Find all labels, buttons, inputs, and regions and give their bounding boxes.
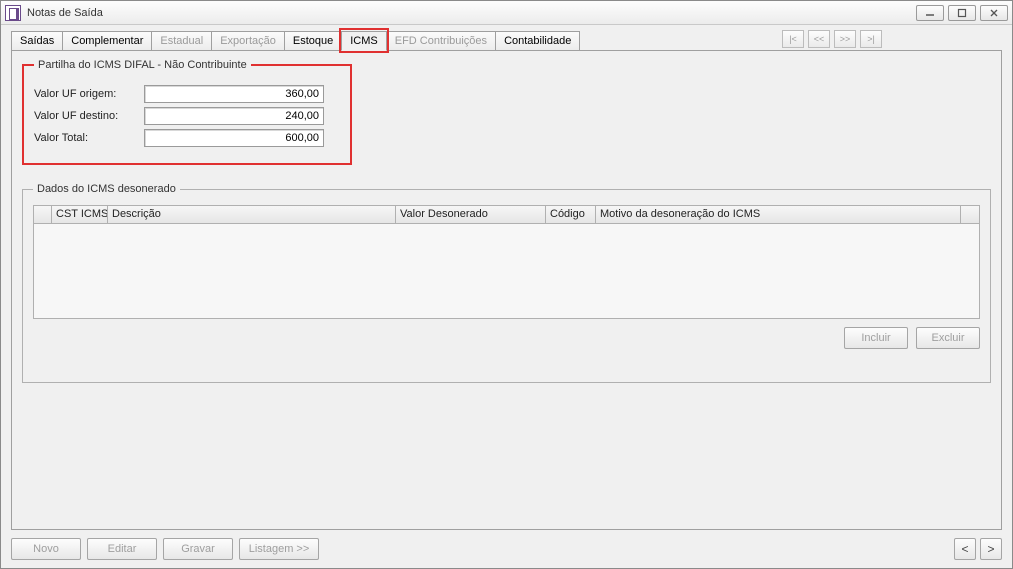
minimize-button[interactable] xyxy=(916,5,944,21)
tab-estoque[interactable]: Estoque xyxy=(284,31,342,50)
grid-header: CST ICMS Descrição Valor Desonerado Códi… xyxy=(34,206,979,224)
footer-left: Novo Editar Gravar Listagem >> xyxy=(11,538,319,560)
gravar-button[interactable]: Gravar xyxy=(163,538,233,560)
field-uf-origem[interactable] xyxy=(144,85,324,103)
label-valor-total: Valor Total: xyxy=(34,132,144,144)
listagem-button[interactable]: Listagem >> xyxy=(239,538,319,560)
tab-icms[interactable]: ICMS xyxy=(341,31,387,51)
novo-button[interactable]: Novo xyxy=(11,538,81,560)
nav-last-button[interactable]: >| xyxy=(860,30,882,48)
footer-bar: Novo Editar Gravar Listagem >> < > xyxy=(11,530,1002,560)
grid-desonerado[interactable]: CST ICMS Descrição Valor Desonerado Códi… xyxy=(33,205,980,319)
field-uf-destino[interactable] xyxy=(144,107,324,125)
row-uf-origem: Valor UF origem: xyxy=(34,85,340,103)
tab-row: SaídasComplementarEstadualExportaçãoEsto… xyxy=(11,31,1002,51)
desonerado-actions: Incluir Excluir xyxy=(33,327,980,349)
field-valor-total[interactable] xyxy=(144,129,324,147)
excluir-button[interactable]: Excluir xyxy=(916,327,980,349)
tab-exportac-a-o: Exportação xyxy=(211,31,285,50)
col-row-selector xyxy=(34,206,52,223)
footer-right: < > xyxy=(954,538,1002,560)
group-icms-desonerado: Dados do ICMS desonerado CST ICMS Descri… xyxy=(22,183,991,383)
window-frame: Notas de Saída SaídasComplementarEstadua… xyxy=(0,0,1013,569)
tab-page-icms: Partilha do ICMS DIFAL - Não Contribuint… xyxy=(11,51,1002,530)
label-uf-destino: Valor UF destino: xyxy=(34,110,144,122)
group-partilha-legend: Partilha do ICMS DIFAL - Não Contribuint… xyxy=(34,59,251,71)
col-motivo[interactable]: Motivo da desoneração do ICMS xyxy=(596,206,961,223)
nav-prev-button[interactable]: << xyxy=(808,30,830,48)
window-controls xyxy=(916,5,1008,21)
tab-complementar[interactable]: Complementar xyxy=(62,31,152,50)
col-valor-desonerado[interactable]: Valor Desonerado xyxy=(396,206,546,223)
incluir-button[interactable]: Incluir xyxy=(844,327,908,349)
label-uf-origem: Valor UF origem: xyxy=(34,88,144,100)
record-nav: |< << >> >| xyxy=(782,30,882,48)
tab-sai-das[interactable]: Saídas xyxy=(11,31,63,50)
tab-estadual: Estadual xyxy=(151,31,212,50)
editar-button[interactable]: Editar xyxy=(87,538,157,560)
nav-first-button[interactable]: |< xyxy=(782,30,804,48)
close-button[interactable] xyxy=(980,5,1008,21)
app-icon xyxy=(5,5,21,21)
group-desonerado-legend: Dados do ICMS desonerado xyxy=(33,183,180,195)
tab-efd-contribuic-o-es: EFD Contribuições xyxy=(386,31,496,50)
window-title: Notas de Saída xyxy=(27,7,916,19)
col-trailing xyxy=(961,206,979,223)
footer-prev-button[interactable]: < xyxy=(954,538,976,560)
col-codigo[interactable]: Código xyxy=(546,206,596,223)
client-area: SaídasComplementarEstadualExportaçãoEsto… xyxy=(1,25,1012,568)
row-uf-destino: Valor UF destino: xyxy=(34,107,340,125)
footer-next-button[interactable]: > xyxy=(980,538,1002,560)
col-cst-icms[interactable]: CST ICMS xyxy=(52,206,108,223)
maximize-button[interactable] xyxy=(948,5,976,21)
group-partilha-difal: Partilha do ICMS DIFAL - Não Contribuint… xyxy=(22,59,352,165)
nav-next-button[interactable]: >> xyxy=(834,30,856,48)
tab-contabilidade[interactable]: Contabilidade xyxy=(495,31,580,50)
row-valor-total: Valor Total: xyxy=(34,129,340,147)
titlebar: Notas de Saída xyxy=(1,1,1012,25)
col-descricao[interactable]: Descrição xyxy=(108,206,396,223)
